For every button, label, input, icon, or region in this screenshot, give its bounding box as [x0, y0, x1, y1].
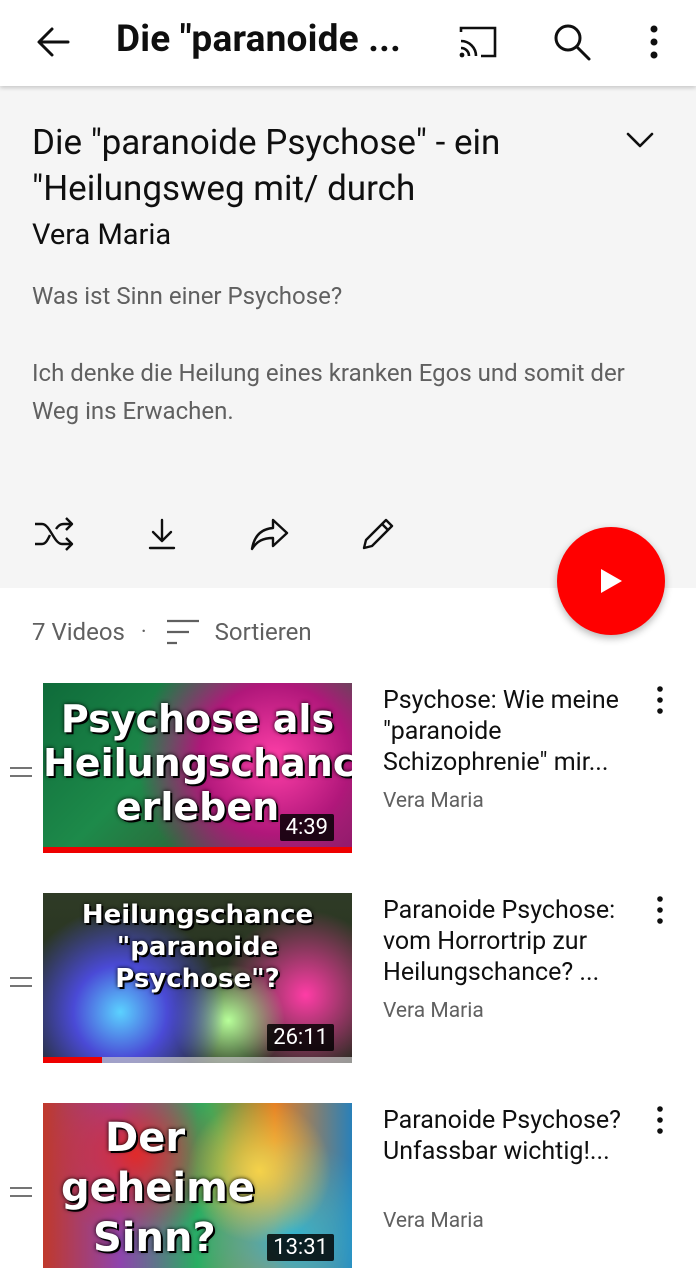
- play-icon: [601, 569, 622, 593]
- more-vert-icon: [650, 25, 658, 59]
- download-icon: [148, 518, 176, 550]
- video-title[interactable]: Psychose: Wie meine "paranoide Schizophr…: [383, 685, 641, 778]
- duration-badge: 26:11: [267, 1024, 334, 1051]
- expand-button[interactable]: [622, 126, 658, 154]
- drag-handle-icon[interactable]: [10, 767, 32, 777]
- thumbnail-text-line: "paranoide Psychose"?: [115, 932, 280, 994]
- list-item[interactable]: Heilungschance "paranoide Psychose"? 26:…: [0, 893, 696, 1073]
- video-thumbnail[interactable]: Psychose als Heilungschance erleben 4:39: [43, 683, 352, 853]
- watch-progress-bar: [43, 847, 352, 853]
- share-icon: [250, 518, 289, 551]
- playlist-title: Die "paranoide Psychose" - ein "Heilungs…: [32, 122, 501, 209]
- sort-button[interactable]: Sortieren: [215, 618, 312, 646]
- duration-badge: 13:31: [267, 1234, 334, 1261]
- list-item[interactable]: Psychose als Heilungschance erleben 4:39…: [0, 683, 696, 863]
- thumbnail-text-line: Der: [105, 1115, 186, 1161]
- app-bar: Die "paranoide ...: [0, 0, 696, 86]
- more-vert-icon[interactable]: [648, 685, 672, 715]
- video-title[interactable]: Paranoide Psychose? Unfassbar wichtig!..…: [383, 1105, 641, 1167]
- video-channel: Vera Maria: [383, 999, 484, 1023]
- arrow-left-icon: [37, 27, 70, 57]
- video-thumbnail[interactable]: Der geheime Sinn? 13:31: [43, 1103, 352, 1273]
- video-count: 7 Videos: [32, 618, 125, 646]
- thumbnail-text-line: Heilungschance: [81, 900, 314, 930]
- thumbnail-text-line: geheime: [61, 1165, 255, 1211]
- sort-icon[interactable]: [165, 617, 201, 647]
- description-line-2: Ich denke die Heilung eines kranken Egos…: [32, 359, 625, 425]
- search-icon: [554, 24, 591, 61]
- drag-handle-icon[interactable]: [10, 1187, 32, 1197]
- video-title[interactable]: Paranoide Psychose: vom Horrortrip zur H…: [383, 895, 641, 988]
- playlist-header: Die "paranoide Psychose" - ein "Heilungs…: [0, 86, 696, 588]
- more-vert-icon[interactable]: [648, 1105, 672, 1135]
- edit-icon: [362, 518, 394, 550]
- thumbnail-text-line: Psychose als: [60, 697, 335, 741]
- drag-handle-icon[interactable]: [10, 977, 32, 987]
- duration-badge: 4:39: [279, 814, 334, 841]
- thumbnail-text-line: Heilungschance: [43, 741, 352, 785]
- playlist-owner[interactable]: Vera Maria: [32, 218, 171, 252]
- bottom-edge: [0, 1268, 696, 1280]
- separator-dot: ·: [140, 619, 147, 645]
- list-header: 7 Videos · Sortieren: [32, 614, 312, 650]
- back-button[interactable]: [32, 20, 76, 64]
- video-thumbnail[interactable]: Heilungschance "paranoide Psychose"? 26:…: [43, 893, 352, 1063]
- chevron-down-icon: [626, 132, 654, 148]
- cast-icon: [459, 26, 497, 58]
- video-channel: Vera Maria: [383, 1209, 484, 1233]
- more-vert-icon[interactable]: [648, 895, 672, 925]
- description-line-1: Was ist Sinn einer Psychose?: [32, 282, 343, 310]
- shuffle-icon: [35, 517, 74, 551]
- more-options-button[interactable]: [632, 20, 676, 64]
- page-title: Die "paranoide ...: [116, 18, 402, 61]
- search-button[interactable]: [550, 20, 594, 64]
- play-all-button[interactable]: [557, 527, 665, 635]
- shuffle-button[interactable]: [30, 510, 78, 558]
- share-button[interactable]: [246, 510, 294, 558]
- list-item[interactable]: Der geheime Sinn? 13:31 Paranoide Psycho…: [0, 1103, 696, 1280]
- watch-progress-bar: [43, 1057, 102, 1063]
- video-channel: Vera Maria: [383, 789, 484, 813]
- download-button[interactable]: [138, 510, 186, 558]
- cast-button[interactable]: [456, 20, 500, 64]
- edit-button[interactable]: [354, 510, 402, 558]
